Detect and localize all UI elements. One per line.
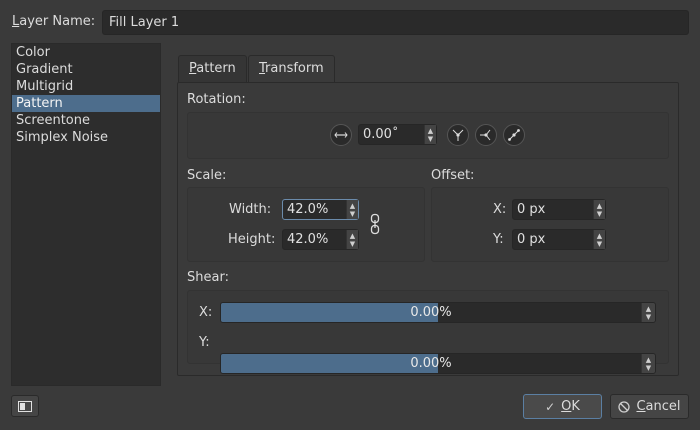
- ok-button[interactable]: ✓ OK: [523, 394, 602, 419]
- scale-height-spinbox[interactable]: 42.0% ▲ ▼: [282, 229, 359, 250]
- check-icon: ✓: [545, 399, 556, 414]
- list-item-color[interactable]: Color: [12, 44, 160, 61]
- cancel-label: Cancel: [636, 399, 681, 414]
- offset-x-stepper[interactable]: ▲ ▼: [593, 200, 605, 219]
- offset-x-value: 0 px: [517, 202, 546, 217]
- offset-y-value: 0 px: [517, 232, 546, 247]
- chain-link-icon[interactable]: [370, 213, 380, 239]
- layer-name-label: Layer Name:: [12, 14, 95, 29]
- layer-name-input[interactable]: Fill Layer 1: [102, 10, 689, 35]
- scale-width-value: 42.0%: [287, 202, 329, 217]
- mirror-left-icon[interactable]: [475, 124, 497, 146]
- panel-toggle-button[interactable]: [11, 395, 39, 417]
- scale-height-value: 42.0%: [287, 232, 329, 247]
- scale-width-spinbox[interactable]: 42.0% ▲ ▼: [282, 199, 359, 220]
- shear-y-value: 0.00%: [410, 356, 452, 371]
- shear-x-value: 0.00%: [410, 305, 452, 320]
- offset-y-label: Y:: [493, 232, 504, 247]
- list-item-gradient[interactable]: Gradient: [12, 61, 160, 78]
- shear-x-label: X:: [199, 305, 213, 320]
- shear-title: Shear:: [187, 270, 229, 285]
- tab-transform[interactable]: Transform: [248, 55, 335, 83]
- rotation-value: 0.00˚: [363, 127, 399, 142]
- shear-y-label: Y:: [199, 335, 210, 350]
- offset-y-spinbox[interactable]: 0 px ▲ ▼: [512, 229, 606, 250]
- tab-pattern[interactable]: Pattern: [178, 55, 247, 82]
- shear-y-stepper[interactable]: ▲ ▼: [641, 354, 655, 373]
- rotation-spinbox[interactable]: 0.00˚ ▲ ▼: [358, 124, 437, 145]
- fill-type-list[interactable]: Color Gradient Multigrid Pattern Screent…: [11, 43, 161, 386]
- list-item-screentone[interactable]: Screentone: [12, 112, 160, 129]
- scale-width-stepper[interactable]: ▲ ▼: [346, 200, 358, 219]
- list-item-pattern[interactable]: Pattern: [12, 95, 160, 112]
- scale-height-stepper[interactable]: ▲ ▼: [346, 230, 358, 249]
- ok-label: OK: [561, 399, 580, 414]
- layer-name-label-rest: ayer Name:: [19, 14, 96, 29]
- list-item-simplex-noise[interactable]: Simplex Noise: [12, 129, 160, 146]
- scale-width-label: Width:: [229, 202, 272, 217]
- shear-x-stepper[interactable]: ▲ ▼: [641, 303, 655, 322]
- panel-toggle-icon: [18, 400, 32, 412]
- tab-pattern-rest: attern: [196, 61, 236, 76]
- rotation-title: Rotation:: [187, 92, 246, 107]
- list-item-multigrid[interactable]: Multigrid: [12, 78, 160, 95]
- cancel-button[interactable]: Cancel: [610, 394, 689, 419]
- tab-transform-rest: ransform: [265, 61, 324, 76]
- rotation-stepper[interactable]: ▲ ▼: [424, 125, 436, 144]
- cancel-icon: [618, 400, 631, 413]
- mirror-vertical-icon[interactable]: [447, 124, 469, 146]
- scale-title: Scale:: [187, 168, 227, 183]
- scale-height-label: Height:: [228, 232, 276, 247]
- offset-y-stepper[interactable]: ▲ ▼: [593, 230, 605, 249]
- dial-icon[interactable]: [330, 124, 352, 146]
- offset-title: Offset:: [431, 168, 475, 183]
- offset-x-spinbox[interactable]: 0 px ▲ ▼: [512, 199, 606, 220]
- mirror-diagonal-icon[interactable]: [503, 124, 525, 146]
- shear-x-slider[interactable]: 0.00% ▲ ▼: [220, 302, 656, 323]
- shear-y-slider[interactable]: 0.00% ▲ ▼: [220, 353, 656, 374]
- offset-x-label: X:: [493, 202, 507, 217]
